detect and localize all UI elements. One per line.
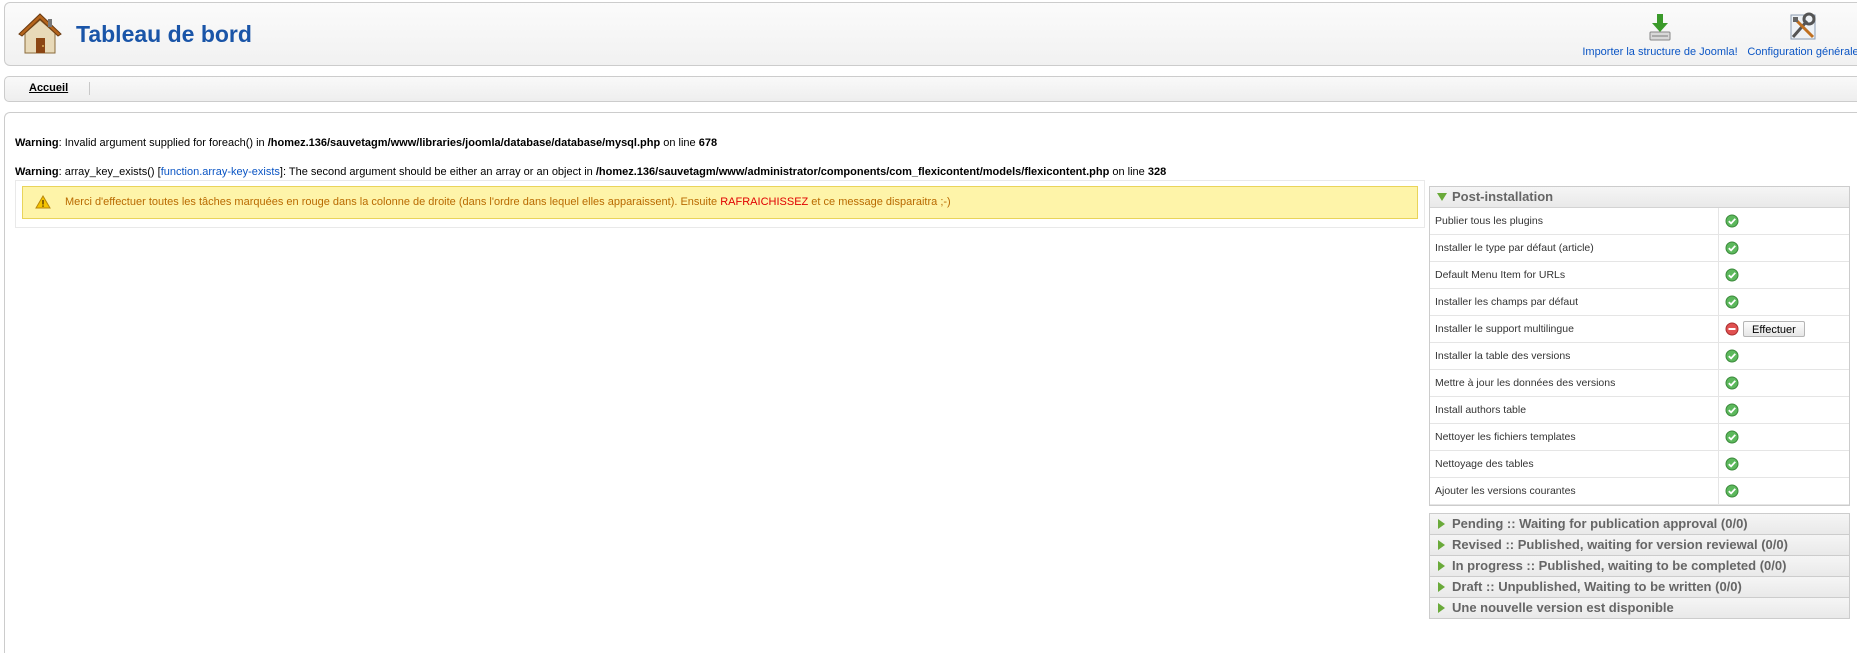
warning-text: : array_key_exists() [ [58,166,161,178]
general-configuration-label: Configuration générale [1747,46,1857,58]
task-label: Installer la table des versions [1430,342,1719,370]
general-configuration-button[interactable]: Configuration générale [1743,11,1857,58]
warning-on-line: on line [1109,166,1148,178]
import-joomla-structure-label: Importer la structure de Joomla! [1582,46,1738,58]
task-status [1718,234,1849,262]
task-label: Installer les champs par défaut [1430,288,1719,316]
warning-text: : Invalid argument supplied for foreach(… [58,137,268,149]
warning-path: /homez.136/sauvetagm/www/libraries/jooml… [267,137,661,149]
checkmark-icon [1725,268,1739,282]
collapsed-panel-title: Une nouvelle version est disponible [1452,600,1674,615]
toolbar-box: Tableau de bord Importer la structure de… [4,2,1857,66]
task-status [1718,288,1849,316]
post-installation-header[interactable]: Post-installation [1430,187,1849,208]
task-status [1718,450,1849,478]
checkmark-icon [1725,376,1739,390]
post-installation-panel: Post-installation Publier tous les plugi… [1429,186,1850,506]
submenu-item-accueil[interactable]: Accueil [29,82,68,94]
task-label: Publier tous les plugins [1430,208,1719,235]
task-status [1718,342,1849,370]
warning-icon [35,195,51,209]
checkmark-icon [1725,295,1739,309]
php-function-link[interactable]: function.array-key-exists [161,166,280,178]
collapsed-panel[interactable]: Revised :: Published, waiting for versio… [1429,534,1850,556]
task-label: Mettre à jour les données des versions [1430,369,1719,397]
collapsed-triangle-icon [1438,603,1445,613]
error-icon [1725,322,1739,336]
task-row: Nettoyer les fichiers templates [1430,423,1849,451]
checkmark-icon [1725,214,1739,228]
checkmark-icon [1725,430,1739,444]
submenu-divider [89,82,90,95]
warning-on-line: on line [660,137,699,149]
checkmark-icon [1725,484,1739,498]
collapsed-triangle-icon [1438,582,1445,592]
task-label: Nettoyage des tables [1430,450,1719,478]
warning-line-number: 328 [1147,166,1167,178]
warning-message: Warning: array_key_exists() [function.ar… [15,166,1166,178]
collapsed-panel[interactable]: Une nouvelle version est disponible [1429,597,1850,619]
collapsed-panel-title: In progress :: Published, waiting to be … [1452,558,1787,573]
task-row: Publier tous les plugins [1430,208,1849,235]
task-row: Installer le support multilingue Effectue… [1430,315,1849,343]
warning-prefix: Warning [15,137,59,149]
task-label: Install authors table [1430,396,1719,424]
collapsed-panel-title: Draft :: Unpublished, Waiting to be writ… [1452,579,1742,594]
warning-prefix: Warning [15,166,59,178]
checkmark-icon [1725,349,1739,363]
checkmark-icon [1725,457,1739,471]
post-installation-title: Post-installation [1452,189,1554,204]
checkmark-icon [1725,241,1739,255]
collapsed-triangle-icon [1438,561,1445,571]
collapsed-panel[interactable]: Draft :: Unpublished, Waiting to be writ… [1429,576,1850,598]
page-title: Tableau de bord [76,21,252,47]
warning-line-number: 678 [698,137,718,149]
expanded-triangle-icon [1437,193,1447,201]
notice-text: Merci d'effectuer toutes les tâches marq… [65,187,951,218]
warning-text-mid: ]: The second argument should be either … [279,166,596,178]
import-joomla-structure-button[interactable]: Importer la structure de Joomla! [1575,11,1745,58]
notice-refresh-highlight: RAFRAICHISSEZ [720,196,809,208]
task-row: Installer la table des versions [1430,342,1849,370]
collapsed-panel[interactable]: Pending :: Waiting for publication appro… [1429,513,1850,535]
task-label: Ajouter les versions courantes [1430,477,1719,505]
task-label: Installer le support multilingue [1430,315,1719,343]
task-status [1718,423,1849,451]
task-row: Nettoyage des tables [1430,450,1849,478]
task-row: Installer les champs par défaut [1430,288,1849,316]
task-label: Default Menu Item for URLs [1430,261,1719,289]
collapsed-triangle-icon [1438,540,1445,550]
task-status [1718,477,1849,505]
notice-container: Merci d'effectuer toutes les tâches marq… [15,180,1425,228]
task-status: Effectuer [1718,315,1849,343]
task-row: Default Menu Item for URLs [1430,261,1849,289]
task-status [1718,369,1849,397]
task-label: Nettoyer les fichiers templates [1430,423,1719,451]
collapsed-panel[interactable]: In progress :: Published, waiting to be … [1429,555,1850,577]
task-row: Installer le type par défaut (article) [1430,234,1849,262]
configuration-icon [1790,12,1816,40]
task-row: Mettre à jour les données des versions [1430,369,1849,397]
task-status [1718,396,1849,424]
task-label: Installer le type par défaut (article) [1430,234,1719,262]
notice-text-after: et ce message disparaitra ;-) [808,196,951,208]
warning-path: /homez.136/sauvetagm/www/administrator/c… [595,166,1110,178]
collapsed-panel-title: Pending :: Waiting for publication appro… [1452,516,1748,531]
collapsed-panel-title: Revised :: Published, waiting for versio… [1452,537,1788,552]
collapsed-triangle-icon [1438,519,1445,529]
notice-message: Merci d'effectuer toutes les tâches marq… [22,186,1418,219]
checkmark-icon [1725,403,1739,417]
download-icon [1649,14,1671,41]
home-icon [18,13,62,54]
warning-message: Warning: Invalid argument supplied for f… [15,137,717,149]
task-status [1718,261,1849,289]
post-installation-tasks: Publier tous les plugins Installer le typ… [1430,208,1849,505]
submenu-bar: Accueil [4,76,1857,102]
task-row: Install authors table [1430,396,1849,424]
task-row: Ajouter les versions courantes [1430,477,1849,505]
notice-text-before: Merci d'effectuer toutes les tâches marq… [65,196,721,208]
effectuer-button[interactable]: Effectuer [1743,321,1805,337]
task-status [1718,208,1849,235]
